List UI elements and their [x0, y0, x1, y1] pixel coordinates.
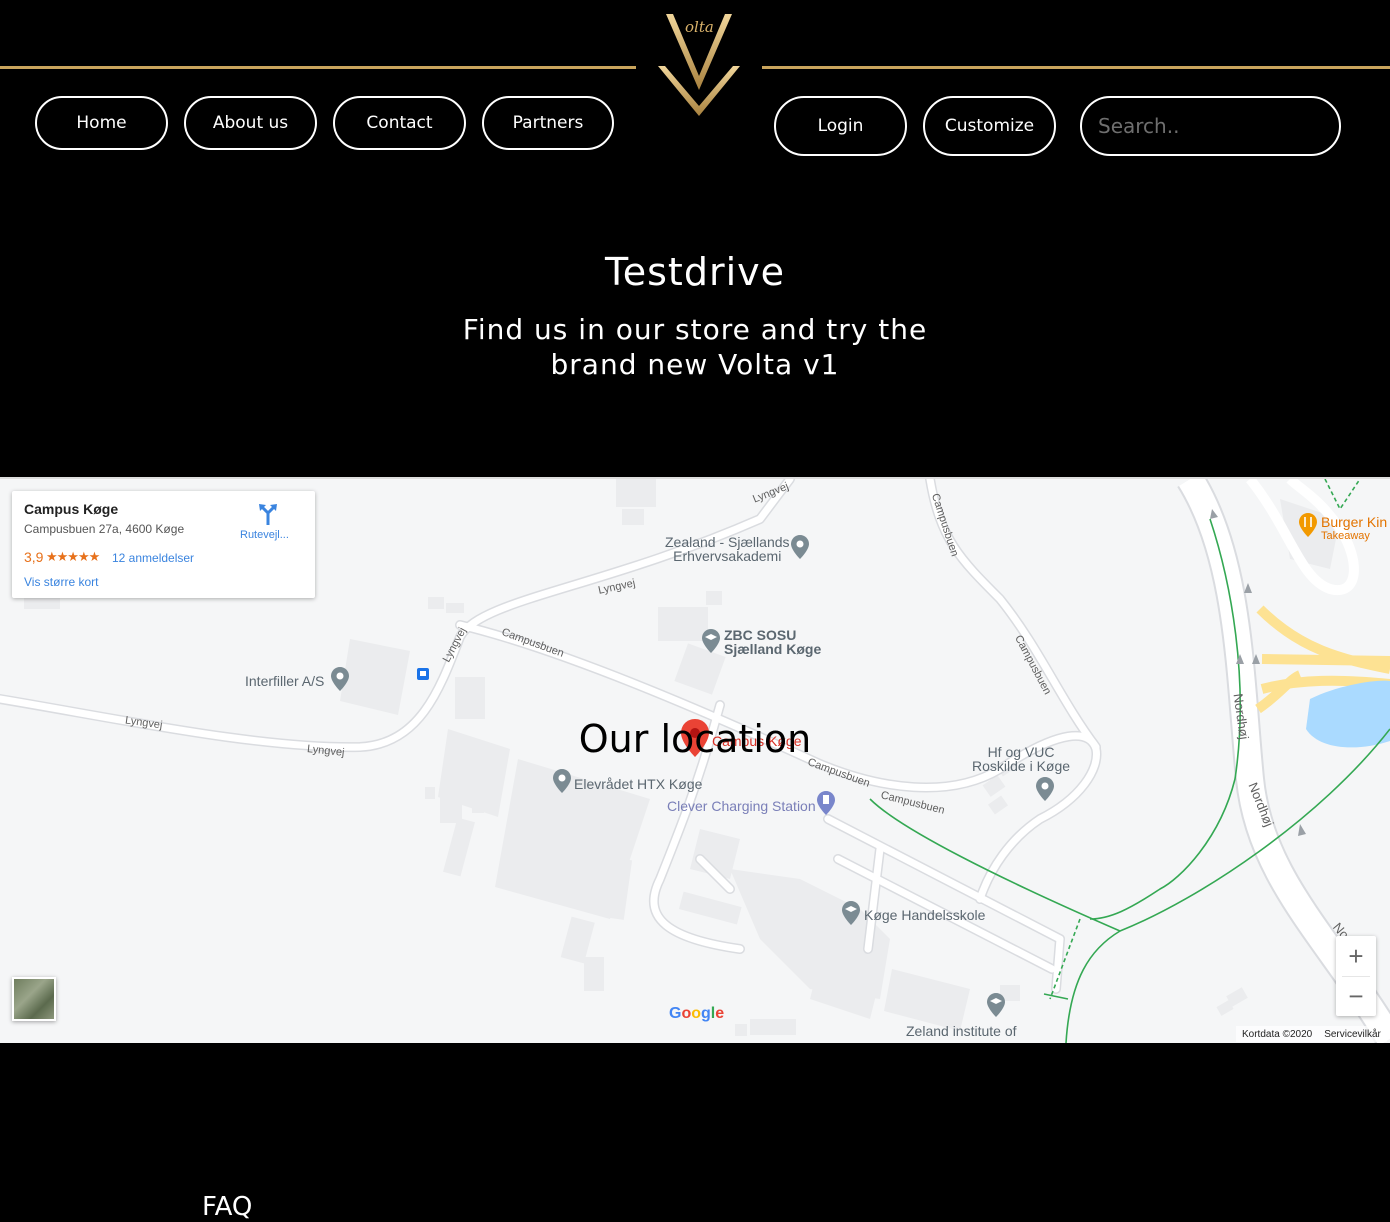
- poi-handelsskole-label[interactable]: Køge Handelsskole: [864, 908, 985, 922]
- faq-heading: FAQ: [202, 1192, 253, 1222]
- poi-pin-icon[interactable]: [1036, 777, 1054, 801]
- logo-text: olta: [685, 18, 714, 36]
- map-overlay-title: Our location: [578, 717, 812, 761]
- poi-interfiller-label[interactable]: Interfiller A/S: [245, 674, 324, 688]
- map-attribution: Kortdata ©2020 Servicevilkår: [1236, 1026, 1387, 1042]
- poi-pin-icon[interactable]: [331, 667, 349, 691]
- charging-pin-icon[interactable]: [817, 791, 835, 815]
- larger-map-link[interactable]: Vis større kort: [24, 575, 98, 589]
- poi-burger-label[interactable]: Burger Kin: [1321, 515, 1387, 529]
- nav-contact-button[interactable]: Contact: [333, 96, 466, 150]
- nav-home-button[interactable]: Home: [35, 96, 168, 150]
- poi-zeland-institute-label[interactable]: Zeland institute of: [906, 1024, 1017, 1038]
- place-rating: 3,9: [24, 549, 44, 565]
- zoom-divider: [1342, 976, 1370, 977]
- search-input[interactable]: [1080, 96, 1341, 156]
- reviews-link[interactable]: 12 anmeldelser: [112, 551, 194, 565]
- poi-elevraadet-label[interactable]: Elevrådet HTX Køge: [574, 777, 702, 791]
- directions-icon[interactable]: [258, 503, 278, 525]
- terms-link[interactable]: Servicevilkår: [1324, 1029, 1381, 1040]
- nav-about-button[interactable]: About us: [184, 96, 317, 150]
- star-rating-icon: ★★★★★: [46, 549, 100, 564]
- location-map[interactable]: Lyngvej Lyngvej Lyngvej Lyngvej Lyngvej …: [0, 477, 1390, 1043]
- satellite-toggle-button[interactable]: [12, 977, 56, 1021]
- customize-button[interactable]: Customize: [923, 96, 1056, 156]
- directions-link[interactable]: Rutevejl...: [240, 529, 289, 541]
- zoom-out-button[interactable]: −: [1336, 976, 1376, 1016]
- poi-clever-label[interactable]: Clever Charging Station: [667, 799, 816, 813]
- map-data-credit[interactable]: Kortdata ©2020: [1242, 1029, 1312, 1040]
- poi-zbc-label[interactable]: ZBC SOSU Sjælland Køge: [724, 628, 821, 656]
- bus-stop-icon[interactable]: [416, 667, 430, 681]
- poi-zealand-label[interactable]: Zealand - Sjællands Erhvervsakademi: [665, 535, 790, 563]
- zoom-control: + −: [1336, 936, 1376, 1016]
- place-name: Campus Køge: [24, 501, 119, 517]
- place-address: Campusbuen 27a, 4600 Køge: [24, 522, 185, 536]
- school-pin-icon[interactable]: [702, 629, 720, 653]
- login-button[interactable]: Login: [774, 96, 907, 156]
- school-pin-icon[interactable]: [987, 993, 1005, 1017]
- nav-partners-button[interactable]: Partners: [482, 96, 614, 150]
- school-pin-icon[interactable]: [842, 901, 860, 925]
- zoom-in-button[interactable]: +: [1336, 936, 1376, 976]
- restaurant-pin-icon[interactable]: [1299, 513, 1317, 537]
- poi-pin-icon[interactable]: [791, 535, 809, 559]
- hero-title: Testdrive: [605, 250, 785, 294]
- google-logo: Google: [669, 1005, 725, 1022]
- poi-burger-sub: Takeaway: [1321, 530, 1370, 542]
- hero-subtitle: Find us in our store and try the brand n…: [462, 313, 928, 381]
- place-info-card: Campus Køge Campusbuen 27a, 4600 Køge 3,…: [12, 491, 315, 598]
- poi-pin-icon[interactable]: [553, 769, 571, 793]
